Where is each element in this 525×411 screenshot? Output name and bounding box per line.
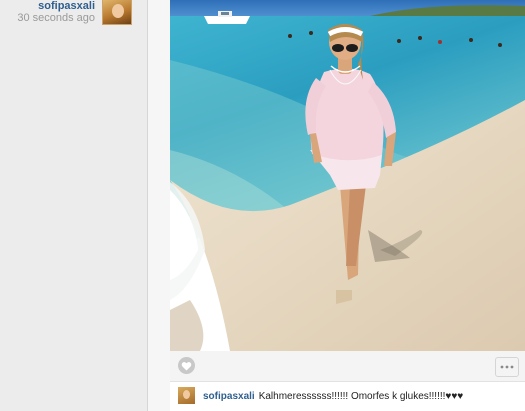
more-dots-icon bbox=[500, 365, 514, 369]
post-card: sofipasxali Kalhmeressssss!!!!!! Omorfes … bbox=[170, 0, 525, 411]
feed-gutter bbox=[148, 0, 170, 411]
author-avatar[interactable] bbox=[102, 0, 132, 25]
comment-row: sofipasxali Kalhmeressssss!!!!!! Omorfes … bbox=[170, 383, 525, 409]
like-button[interactable] bbox=[178, 357, 195, 374]
comment-text: sofipasxali Kalhmeressssss!!!!!! Omorfes … bbox=[203, 391, 463, 402]
post-timestamp: 30 seconds ago bbox=[17, 12, 95, 24]
avatar-face bbox=[112, 4, 124, 18]
comment-avatar[interactable] bbox=[178, 387, 195, 404]
comment-author[interactable]: sofipasxali bbox=[203, 391, 255, 402]
beach-photo-illustration bbox=[170, 0, 525, 351]
post-photo[interactable] bbox=[170, 0, 525, 351]
post-author-name[interactable]: sofipasxali bbox=[38, 0, 95, 12]
more-options-button[interactable] bbox=[495, 357, 519, 377]
post-action-bar bbox=[170, 351, 525, 382]
comment-avatar-face bbox=[183, 390, 190, 399]
feed-left-rail: sofipasxali 30 seconds ago bbox=[0, 0, 148, 411]
comment-body: Kalhmeressssss!!!!!! Omorfes k glukes!!!… bbox=[258, 391, 464, 402]
heart-icon bbox=[181, 361, 192, 371]
